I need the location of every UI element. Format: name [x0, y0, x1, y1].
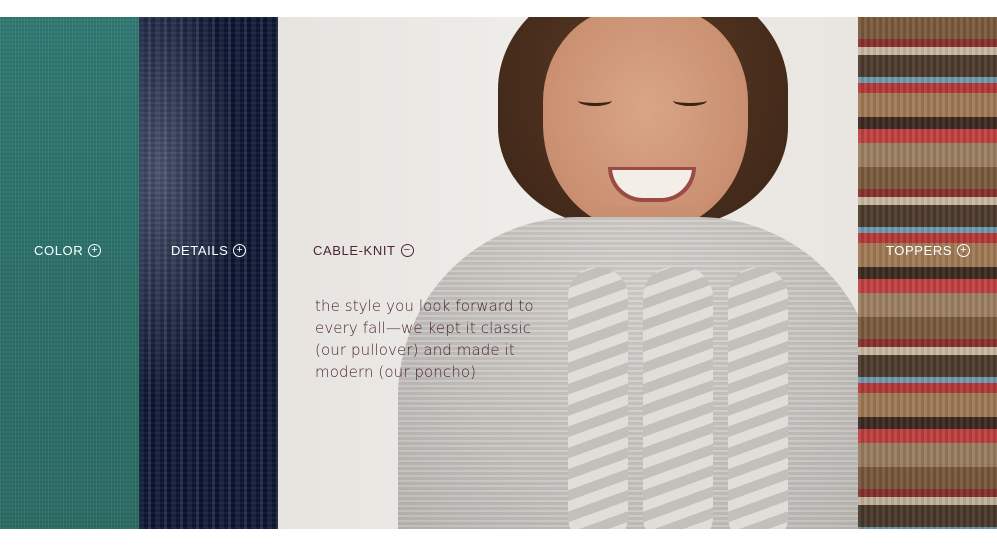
tab-color-label: COLOR: [34, 243, 84, 258]
model-eye-left: [578, 95, 612, 106]
tab-cable-knit-label: CABLE-KNIT: [313, 243, 396, 258]
tab-details-label: DETAILS: [171, 243, 229, 258]
cable-knit-description: the style you look forward to every fall…: [315, 297, 534, 381]
panel-details[interactable]: [139, 17, 278, 529]
plus-circle-icon[interactable]: +: [957, 244, 971, 257]
tab-cable-knit[interactable]: CABLE-KNIT −: [313, 243, 414, 258]
tab-color[interactable]: COLOR +: [34, 243, 102, 258]
cable-pattern: [643, 267, 713, 529]
tab-toppers-label: TOPPERS: [886, 243, 953, 258]
cable-pattern: [568, 267, 628, 529]
panel-cable-knit[interactable]: [278, 17, 858, 529]
model-eye-right: [673, 95, 707, 106]
tab-toppers[interactable]: TOPPERS +: [886, 243, 971, 258]
panel-color[interactable]: [0, 17, 139, 529]
plus-circle-icon[interactable]: +: [88, 244, 102, 257]
minus-circle-icon[interactable]: −: [400, 244, 414, 257]
cable-pattern: [728, 267, 788, 529]
tab-details[interactable]: DETAILS +: [171, 243, 247, 258]
plus-circle-icon[interactable]: +: [233, 244, 247, 257]
category-accordion: [0, 17, 997, 529]
panel-toppers[interactable]: [858, 17, 997, 529]
